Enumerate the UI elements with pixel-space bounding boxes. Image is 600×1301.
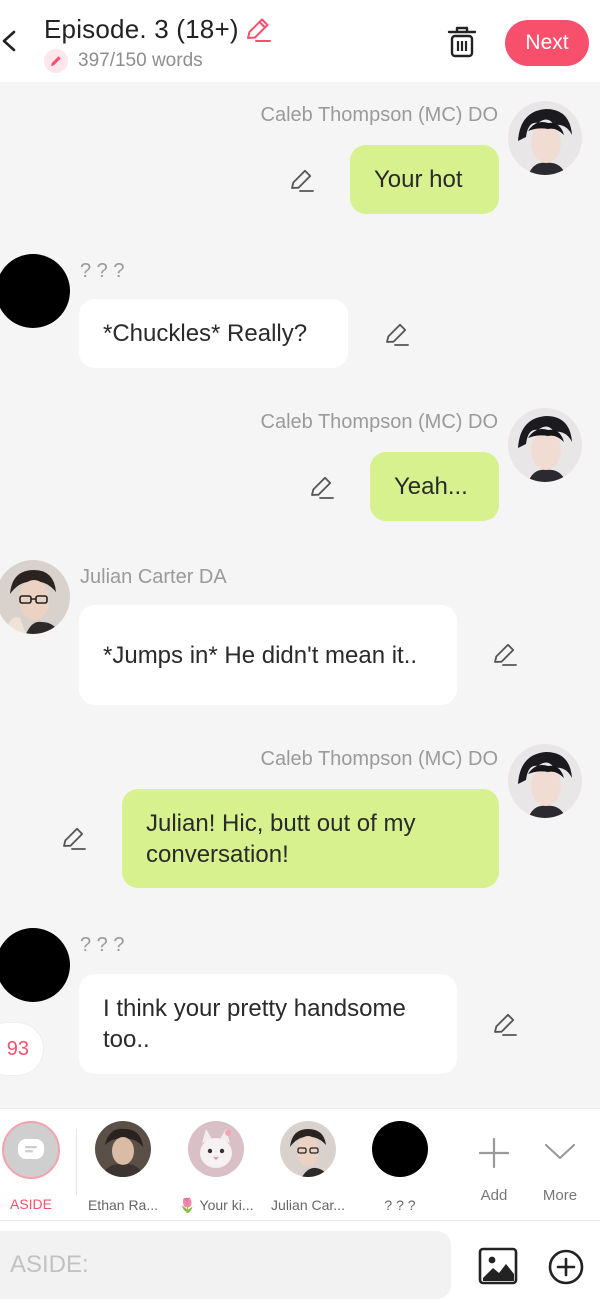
chevron-down-icon (544, 1143, 576, 1160)
edit-message-icon[interactable] (308, 473, 336, 501)
character-item[interactable]: ? ? ? (355, 1121, 445, 1217)
aside-input[interactable] (0, 1231, 451, 1299)
character-name: ? ? ? (384, 1197, 416, 1213)
message-sender: Caleb Thompson (MC) DO (260, 104, 498, 126)
edit-message-icon[interactable] (383, 320, 411, 348)
character-name: 🌷 Your ki... (178, 1197, 254, 1213)
trash-icon[interactable] (444, 22, 480, 62)
character-name: Ethan Ra... (87, 1197, 159, 1213)
word-count-row: 397/150 words (44, 48, 203, 74)
caleb-avatar[interactable] (508, 744, 582, 818)
edit-message-icon[interactable] (491, 640, 519, 668)
message-bubble[interactable]: Julian! Hic, butt out of my conversation… (122, 789, 499, 888)
unknown-avatar[interactable] (0, 928, 70, 1002)
divider (76, 1129, 77, 1195)
message-bubble[interactable]: Your hot (350, 145, 499, 214)
unknown-avatar (372, 1121, 428, 1177)
message-sender: ? ? ? (80, 934, 125, 956)
message-bubble[interactable]: *Jumps in* He didn't mean it.. (79, 605, 457, 705)
edit-message-icon[interactable] (491, 1010, 519, 1038)
message-text: I think your pretty handsome too.. (103, 995, 406, 1053)
add-circle-icon[interactable] (547, 1248, 585, 1286)
word-count: 397/150 words (78, 50, 203, 71)
julian-avatar (280, 1121, 336, 1177)
title-row: Episode. 3 (18+) (44, 12, 273, 46)
ethan-avatar (95, 1121, 151, 1177)
chat-editor-screen: Episode. 3 (18+) 397/150 words Next Cale… (0, 0, 600, 1301)
message-text: *Chuckles* Really? (103, 320, 308, 347)
message-text: Yeah... (394, 473, 468, 500)
header: Episode. 3 (18+) 397/150 words Next (0, 0, 600, 82)
message-sender: Caleb Thompson (MC) DO (260, 411, 498, 433)
image-icon[interactable] (478, 1247, 518, 1285)
aside-label: ASIDE (9, 1196, 52, 1212)
message-bubble[interactable]: I think your pretty handsome too.. (79, 974, 457, 1074)
message-sender: ? ? ? (80, 260, 125, 282)
next-button[interactable]: Next (505, 20, 589, 66)
aside-character-button[interactable] (2, 1121, 60, 1179)
message-text: Julian! Hic, butt out of my conversation… (146, 809, 416, 868)
add-character-button[interactable]: Add (464, 1121, 524, 1211)
caleb-avatar[interactable] (508, 101, 582, 175)
character-name: Julian Car... (271, 1197, 345, 1213)
message-bubble[interactable]: *Chuckles* Really? (79, 299, 348, 368)
character-item[interactable]: Julian Car... (263, 1121, 353, 1217)
message-sender: Julian Carter DA (80, 566, 227, 588)
add-label: Add (480, 1187, 508, 1204)
julian-avatar[interactable] (0, 560, 70, 634)
composer (0, 1220, 600, 1301)
edit-title-icon[interactable] (243, 14, 273, 44)
edit-message-icon[interactable] (288, 166, 316, 194)
more-label: More (542, 1187, 578, 1204)
pencil-badge-icon (44, 49, 68, 73)
caleb-avatar[interactable] (508, 408, 582, 482)
floating-count-pill[interactable]: 93 (0, 1022, 44, 1076)
aside-bubble-icon (18, 1139, 44, 1159)
message-text: Your hot (374, 166, 463, 193)
message-sender: Caleb Thompson (MC) DO (260, 748, 498, 770)
back-arrow-icon[interactable] (0, 26, 22, 56)
episode-title[interactable]: Episode. 3 (18+) (44, 14, 239, 45)
character-item[interactable]: 🌷 Your ki... (171, 1121, 261, 1217)
edit-message-icon[interactable] (60, 824, 88, 852)
cat-avatar (188, 1121, 244, 1177)
message-bubble[interactable]: Yeah... (370, 452, 499, 521)
plus-icon (478, 1137, 510, 1169)
unknown-avatar[interactable] (0, 254, 70, 328)
character-item[interactable]: Ethan Ra... (78, 1121, 168, 1217)
message-text: *Jumps in* He didn't mean it.. (103, 641, 418, 669)
floating-count-text: 93 (6, 1037, 29, 1060)
more-characters-button[interactable]: More (530, 1121, 590, 1211)
character-selector: ASIDE Ethan Ra... 🌷 Your ki... Julian Ca… (0, 1108, 600, 1220)
